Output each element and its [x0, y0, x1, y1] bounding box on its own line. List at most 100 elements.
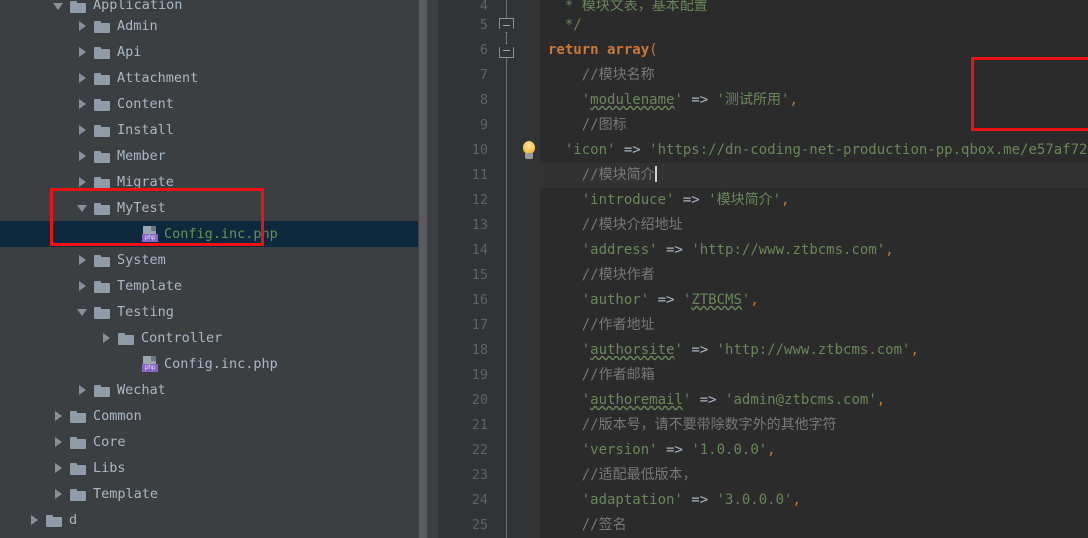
tree-file-config.inc.php[interactable]: php Config.inc.php	[0, 221, 428, 247]
code-line-text[interactable]: */	[540, 13, 1088, 38]
tree-folder-template[interactable]: Template	[0, 273, 428, 299]
fold-gutter[interactable]	[496, 338, 518, 363]
tree-folder-content[interactable]: Content	[0, 91, 428, 117]
code-line-text[interactable]: //图标	[540, 113, 1088, 138]
code-line[interactable]: 11 //模块简介	[438, 163, 1088, 188]
intention-gutter[interactable]	[518, 488, 540, 513]
intention-gutter[interactable]	[518, 413, 540, 438]
fold-end-icon[interactable]	[499, 18, 514, 33]
code-line[interactable]: 19 //作者邮箱	[438, 363, 1088, 388]
intention-gutter[interactable]	[518, 63, 540, 88]
tree-folder-application[interactable]: Application	[0, 0, 428, 13]
chevron-right-icon[interactable]	[52, 461, 66, 475]
code-line-text[interactable]: //版本号，请不要带除数字外的其他字符	[540, 413, 1088, 438]
tree-folder-d[interactable]: d	[0, 507, 428, 533]
code-line[interactable]: 8 'modulename' => '测试所用',	[438, 88, 1088, 113]
project-tree-panel[interactable]: Application Admin Api Attachment Content Inst…	[0, 0, 428, 538]
code-line[interactable]: 12 'introduce' => '模块简介',	[438, 188, 1088, 213]
code-line[interactable]: 25 //签名	[438, 513, 1088, 538]
code-line[interactable]: 16 'author' => 'ZTBCMS',	[438, 288, 1088, 313]
intention-gutter[interactable]	[518, 288, 540, 313]
fold-gutter[interactable]	[496, 438, 518, 463]
chevron-right-icon[interactable]	[52, 435, 66, 449]
intention-gutter[interactable]	[518, 188, 540, 213]
chevron-right-icon[interactable]	[76, 45, 90, 59]
code-line-text[interactable]: * 模块文表，基本配置	[540, 0, 1088, 13]
tree-folder-controller[interactable]: Controller	[0, 325, 428, 351]
fold-gutter[interactable]	[496, 363, 518, 388]
fold-gutter[interactable]	[496, 313, 518, 338]
tree-folder-wechat[interactable]: Wechat	[0, 377, 428, 403]
chevron-down-icon[interactable]	[76, 305, 90, 319]
tree-folder-core[interactable]: Core	[0, 429, 428, 455]
intention-gutter[interactable]	[518, 138, 540, 163]
code-line-text[interactable]: //作者邮箱	[540, 363, 1088, 388]
code-line-text[interactable]: 'introduce' => '模块简介',	[540, 188, 1088, 213]
fold-gutter[interactable]	[496, 63, 518, 88]
fold-gutter[interactable]	[496, 388, 518, 413]
intention-gutter[interactable]	[518, 338, 540, 363]
code-line[interactable]: 20 'authoremail' => 'admin@ztbcms.com',	[438, 388, 1088, 413]
fold-gutter[interactable]	[496, 0, 518, 13]
chevron-down-icon[interactable]	[76, 201, 90, 215]
fold-collapse-icon[interactable]	[499, 43, 514, 58]
intention-gutter[interactable]	[518, 263, 540, 288]
code-line[interactable]: 14 'address' => 'http://www.ztbcms.com',	[438, 238, 1088, 263]
fold-gutter[interactable]	[496, 288, 518, 313]
chevron-right-icon[interactable]	[76, 97, 90, 111]
fold-gutter[interactable]	[496, 188, 518, 213]
code-line-text[interactable]: //模块名称	[540, 63, 1088, 88]
tree-folder-common[interactable]: Common	[0, 403, 428, 429]
fold-gutter[interactable]	[496, 163, 518, 188]
code-line[interactable]: 5 */	[438, 13, 1088, 38]
code-line-text[interactable]: //模块介绍地址	[540, 213, 1088, 238]
intention-gutter[interactable]	[518, 313, 540, 338]
intention-gutter[interactable]	[518, 113, 540, 138]
tree-folder-template[interactable]: Template	[0, 481, 428, 507]
tree-file-config.inc.php[interactable]: php Config.inc.php	[0, 351, 428, 377]
code-line[interactable]: 9 //图标	[438, 113, 1088, 138]
code-line-text[interactable]: 'icon' => 'https://dn-coding-net-product…	[540, 138, 1088, 163]
code-line-text[interactable]: //签名	[540, 513, 1088, 538]
fold-gutter[interactable]	[496, 263, 518, 288]
intention-gutter[interactable]	[518, 38, 540, 63]
tree-folder-admin[interactable]: Admin	[0, 13, 428, 39]
chevron-right-icon[interactable]	[76, 123, 90, 137]
tree-folder-install[interactable]: Install	[0, 117, 428, 143]
tree-folder-migrate[interactable]: Migrate	[0, 169, 428, 195]
code-line-text[interactable]: 'address' => 'http://www.ztbcms.com',	[540, 238, 1088, 263]
fold-gutter[interactable]	[496, 488, 518, 513]
code-line-text[interactable]: 'authorsite' => 'http://www.ztbcms.com',	[540, 338, 1088, 363]
tree-folder-mytest[interactable]: MyTest	[0, 195, 428, 221]
intention-gutter[interactable]	[518, 363, 540, 388]
code-line[interactable]: 17 //作者地址	[438, 313, 1088, 338]
sidebar-scrollbar-thumb[interactable]	[419, 0, 427, 538]
code-line[interactable]: 4 * 模块文表，基本配置	[438, 0, 1088, 13]
code-line-text[interactable]: //模块作者	[540, 263, 1088, 288]
chevron-right-icon[interactable]	[100, 331, 114, 345]
code-line-text[interactable]: //模块简介	[540, 163, 1088, 188]
fold-gutter[interactable]	[496, 13, 518, 38]
tree-folder-testing[interactable]: Testing	[0, 299, 428, 325]
code-line-text[interactable]: 'modulename' => '测试所用',	[540, 88, 1088, 113]
intention-gutter[interactable]	[518, 513, 540, 538]
tree-folder-api[interactable]: Api	[0, 39, 428, 65]
code-line-text[interactable]: return array(	[540, 38, 1088, 63]
code-line[interactable]: 23 //适配最低版本，	[438, 463, 1088, 488]
intention-gutter[interactable]	[518, 163, 540, 188]
chevron-right-icon[interactable]	[76, 383, 90, 397]
fold-gutter[interactable]	[496, 413, 518, 438]
code-line[interactable]: 15 //模块作者	[438, 263, 1088, 288]
chevron-right-icon[interactable]	[52, 487, 66, 501]
fold-gutter[interactable]	[496, 138, 518, 163]
code-line-text[interactable]: 'version' => '1.0.0.0',	[540, 438, 1088, 463]
code-line-text[interactable]: //适配最低版本，	[540, 463, 1088, 488]
fold-gutter[interactable]	[496, 213, 518, 238]
fold-gutter[interactable]	[496, 513, 518, 538]
lightbulb-icon[interactable]	[521, 141, 537, 160]
code-line-text[interactable]: 'authoremail' => 'admin@ztbcms.com',	[540, 388, 1088, 413]
tree-folder-member[interactable]: Member	[0, 143, 428, 169]
chevron-right-icon[interactable]	[76, 19, 90, 33]
code-line[interactable]: 7 //模块名称	[438, 63, 1088, 88]
intention-gutter[interactable]	[518, 238, 540, 263]
